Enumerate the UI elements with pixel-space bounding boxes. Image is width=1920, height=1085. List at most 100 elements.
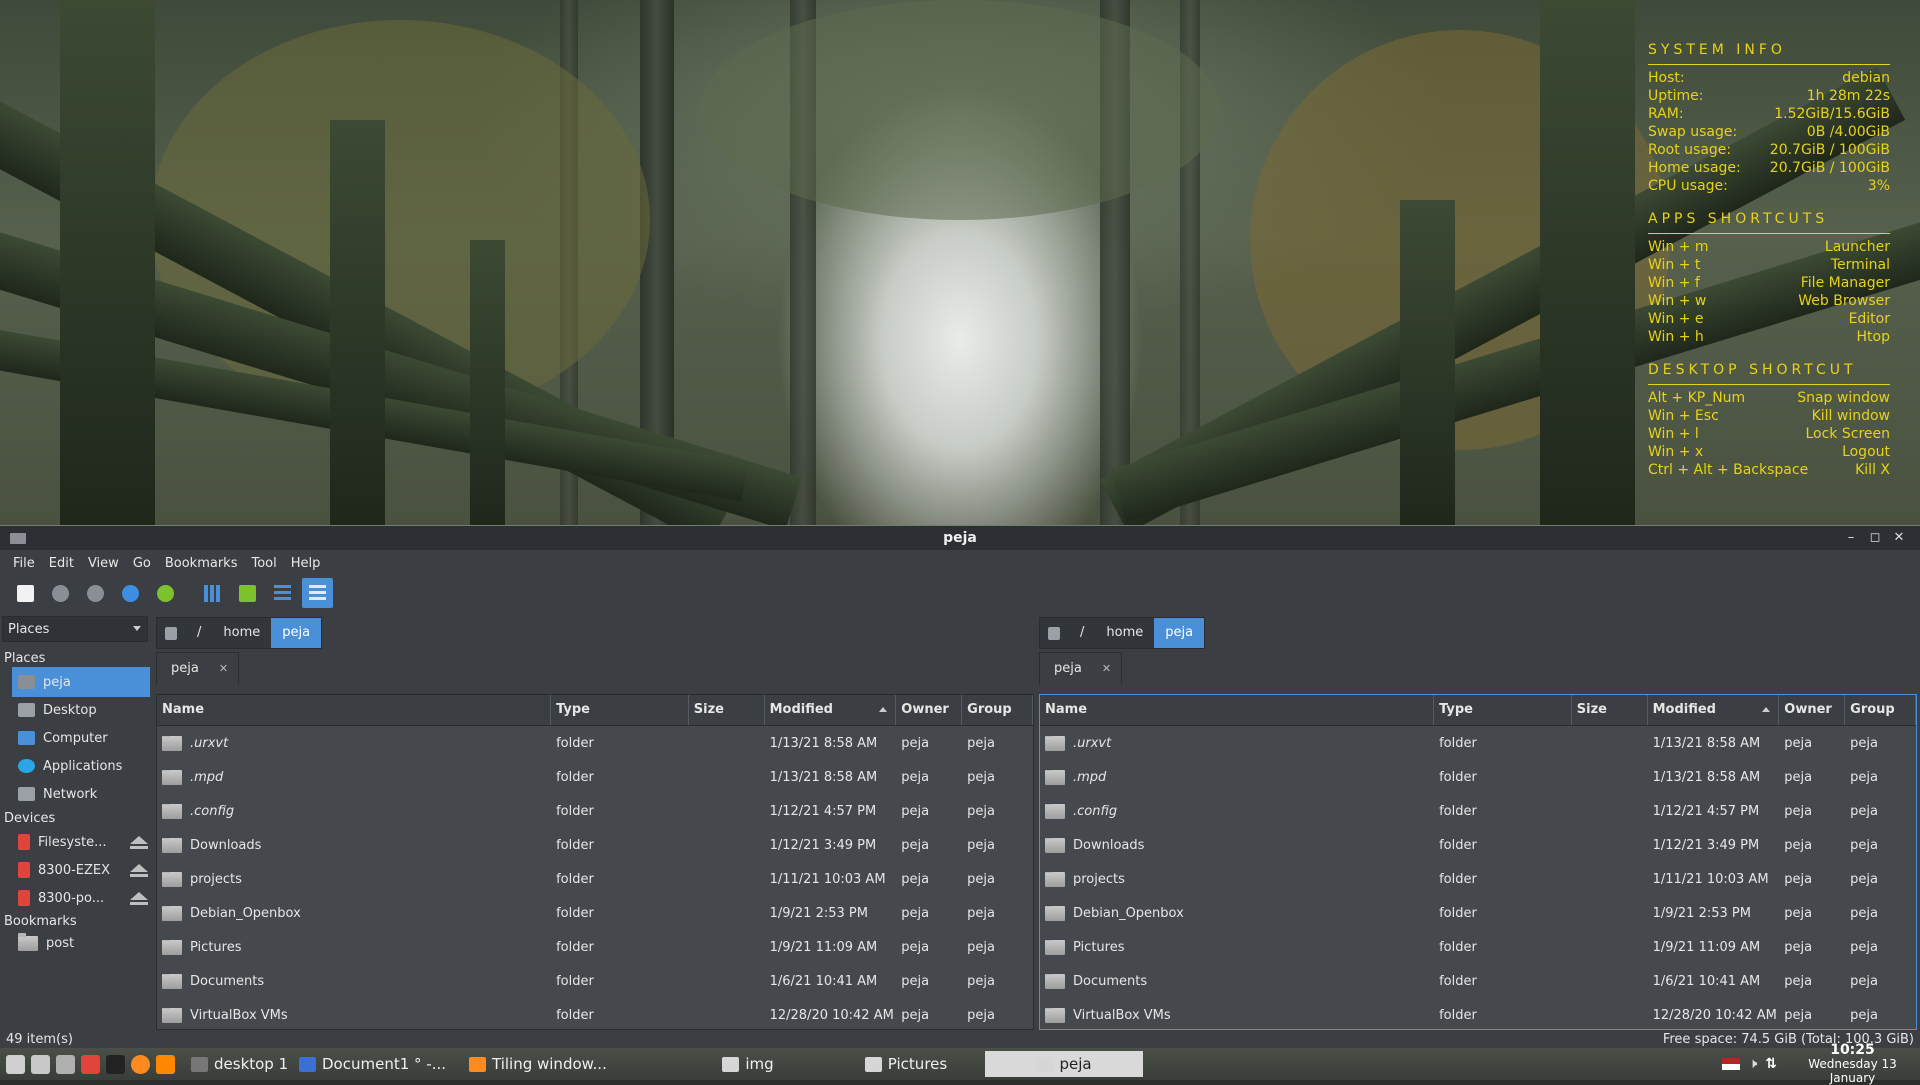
- file-pane-right: / home peja peja ✕ Name Type Size Modified Owner G…: [1039, 610, 1917, 1030]
- table-row[interactable]: .mpd folder 1/13/21 8:58 AM peja peja: [1040, 760, 1916, 794]
- column-modified[interactable]: Modified: [1648, 695, 1780, 725]
- breadcrumb-item[interactable]: peja: [271, 618, 322, 648]
- column-type[interactable]: Type: [1434, 695, 1572, 725]
- thumbnail-view-button[interactable]: [232, 578, 263, 608]
- eject-icon[interactable]: [130, 892, 148, 905]
- column-group[interactable]: Group: [1845, 695, 1916, 725]
- table-row[interactable]: .config folder 1/12/21 4:57 PM peja peja: [157, 794, 1033, 828]
- tab-peja[interactable]: peja ✕: [156, 652, 240, 684]
- device-item[interactable]: Filesyste...: [12, 827, 150, 857]
- keyboard-layout-flag-icon[interactable]: [1722, 1058, 1741, 1070]
- menu-help[interactable]: Help: [284, 556, 328, 571]
- up-button[interactable]: [115, 578, 146, 608]
- minimize-icon[interactable]: –: [1842, 529, 1860, 547]
- sidebar-item-peja[interactable]: peja: [12, 667, 150, 697]
- terminal-icon[interactable]: [106, 1054, 125, 1074]
- clock[interactable]: 10:25 Wednesday 13 January: [1785, 1043, 1920, 1085]
- cell-type: folder: [1439, 905, 1477, 921]
- maximize-icon[interactable]: ◻: [1866, 529, 1884, 547]
- table-row[interactable]: Pictures folder 1/9/21 11:09 AM peja peja: [157, 930, 1033, 964]
- app-x-icon[interactable]: [81, 1054, 100, 1074]
- menu-view[interactable]: View: [81, 556, 126, 571]
- cell-name: VirtualBox VMs: [1040, 1007, 1434, 1023]
- device-item[interactable]: 8300-po...: [12, 883, 150, 913]
- tab-peja[interactable]: peja ✕: [1039, 652, 1123, 684]
- table-row[interactable]: Documents folder 1/6/21 10:41 AM peja peja: [157, 964, 1033, 998]
- new-window-button[interactable]: [10, 578, 41, 608]
- volume-icon[interactable]: 🕨: [1748, 1056, 1757, 1072]
- drive-icon[interactable]: [165, 626, 177, 640]
- sidebar-item-applications[interactable]: Applications: [12, 751, 150, 781]
- column-size[interactable]: Size: [689, 695, 765, 725]
- table-row[interactable]: .config folder 1/12/21 4:57 PM peja peja: [1040, 794, 1916, 828]
- eject-icon[interactable]: [130, 836, 148, 849]
- eject-icon[interactable]: [130, 864, 148, 877]
- column-type[interactable]: Type: [551, 695, 689, 725]
- table-row[interactable]: projects folder 1/11/21 10:03 AM peja peja: [157, 862, 1033, 896]
- column-owner[interactable]: Owner: [1779, 695, 1846, 725]
- column-size[interactable]: Size: [1572, 695, 1648, 725]
- taskbar-task[interactable]: Document1 ° -...: [289, 1051, 459, 1077]
- device-item[interactable]: 8300-EZEX: [12, 855, 150, 885]
- menubar: File Edit View Go Bookmarks Tool Help: [0, 550, 1920, 576]
- taskbar-task[interactable]: img: [669, 1051, 827, 1077]
- close-tab-icon[interactable]: ✕: [1102, 662, 1111, 675]
- menu-go[interactable]: Go: [126, 556, 158, 571]
- column-name[interactable]: Name: [157, 695, 552, 725]
- column-name[interactable]: Name: [1040, 695, 1435, 725]
- breadcrumb-item[interactable]: home: [212, 618, 271, 648]
- taskbar-task[interactable]: peja: [985, 1051, 1143, 1077]
- close-tab-icon[interactable]: ✕: [219, 662, 228, 675]
- table-row[interactable]: .urxvt folder 1/13/21 8:58 AM peja peja: [1040, 726, 1916, 760]
- menu-edit[interactable]: Edit: [42, 556, 81, 571]
- drive-icon[interactable]: [1048, 626, 1060, 640]
- table-row[interactable]: VirtualBox VMs folder 12/28/20 10:42 AM pej…: [1040, 998, 1916, 1029]
- network-icon[interactable]: ⇅: [1765, 1056, 1777, 1072]
- taskbar-task[interactable]: desktop 1: [181, 1051, 289, 1077]
- table-row[interactable]: VirtualBox VMs folder 12/28/20 10:42 AM pej…: [157, 998, 1033, 1029]
- cell-modified: 12/28/20 10:42 AM: [769, 1007, 894, 1023]
- menu-file[interactable]: File: [6, 556, 42, 571]
- compact-view-button[interactable]: [267, 578, 298, 608]
- table-row[interactable]: .urxvt folder 1/13/21 8:58 AM peja peja: [157, 726, 1033, 760]
- table-row[interactable]: Debian_Openbox folder 1/9/21 2:53 PM peja pe…: [157, 896, 1033, 930]
- firefox-icon[interactable]: [131, 1054, 150, 1074]
- vlc-icon[interactable]: [156, 1054, 175, 1074]
- conky-value: Terminal: [1830, 257, 1890, 273]
- breadcrumb-item[interactable]: peja: [1154, 618, 1205, 648]
- folder-icon: [1045, 769, 1065, 785]
- table-row[interactable]: .mpd folder 1/13/21 8:58 AM peja peja: [157, 760, 1033, 794]
- sidebar-item-network[interactable]: Network: [12, 779, 150, 809]
- breadcrumb-item[interactable]: /: [186, 618, 212, 648]
- breadcrumb-item[interactable]: home: [1095, 618, 1154, 648]
- show-desktop-icon[interactable]: [6, 1054, 25, 1074]
- sidebar-item-computer[interactable]: Computer: [12, 723, 150, 753]
- table-row[interactable]: Debian_Openbox folder 1/9/21 2:53 PM peja pe…: [1040, 896, 1916, 930]
- column-modified[interactable]: Modified: [765, 695, 897, 725]
- side-pane-mode-select[interactable]: Places: [2, 616, 148, 642]
- taskbar-task[interactable]: Pictures: [827, 1051, 985, 1077]
- breadcrumb-item[interactable]: /: [1069, 618, 1095, 648]
- icon-view-button[interactable]: [197, 578, 228, 608]
- file-manager-icon[interactable]: [31, 1054, 50, 1074]
- settings-icon[interactable]: [56, 1054, 75, 1074]
- bookmark-item[interactable]: post: [12, 928, 150, 958]
- table-row[interactable]: Downloads folder 1/12/21 3:49 PM peja peja: [157, 828, 1033, 862]
- forward-button[interactable]: [80, 578, 111, 608]
- close-icon[interactable]: ✕: [1890, 529, 1908, 547]
- table-row[interactable]: Downloads folder 1/12/21 3:49 PM peja peja: [1040, 828, 1916, 862]
- window-titlebar[interactable]: peja – ◻ ✕: [0, 526, 1920, 550]
- table-row[interactable]: projects folder 1/11/21 10:03 AM peja peja: [1040, 862, 1916, 896]
- column-group[interactable]: Group: [962, 695, 1033, 725]
- column-owner[interactable]: Owner: [896, 695, 963, 725]
- menu-tool[interactable]: Tool: [244, 556, 283, 571]
- detailed-list-view-button[interactable]: [302, 578, 333, 608]
- tab-label: peja: [1054, 661, 1082, 676]
- taskbar-task[interactable]: Tiling window...: [459, 1051, 669, 1077]
- sidebar-item-desktop[interactable]: Desktop: [12, 695, 150, 725]
- back-button[interactable]: [45, 578, 76, 608]
- table-row[interactable]: Documents folder 1/6/21 10:41 AM peja peja: [1040, 964, 1916, 998]
- reload-button[interactable]: [150, 578, 181, 608]
- menu-bookmarks[interactable]: Bookmarks: [158, 556, 245, 571]
- table-row[interactable]: Pictures folder 1/9/21 11:09 AM peja peja: [1040, 930, 1916, 964]
